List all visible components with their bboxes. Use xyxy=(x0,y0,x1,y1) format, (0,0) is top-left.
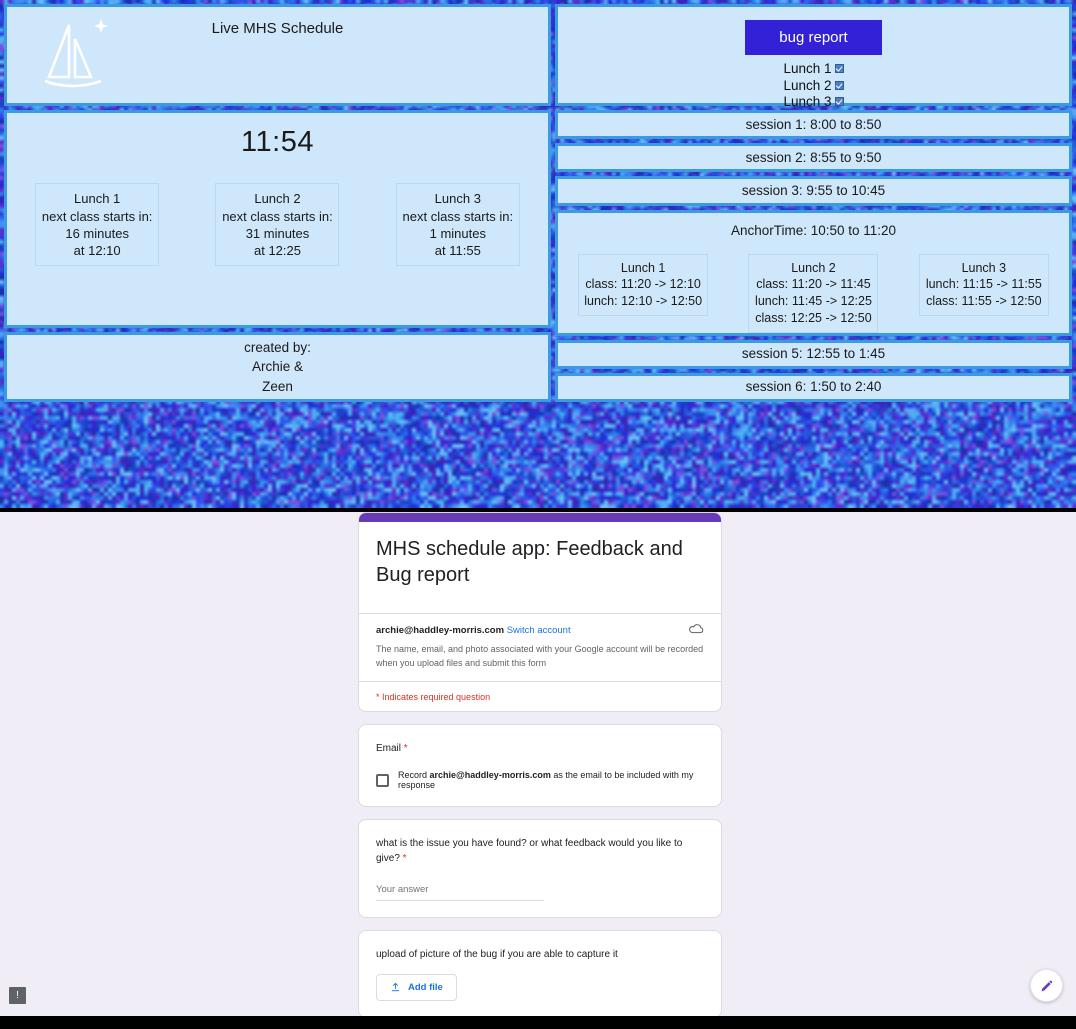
account-row: archie@haddley-morris.com Switch account xyxy=(359,614,721,636)
lunch-detail-line: class: 11:20 -> 11:45 xyxy=(756,277,871,292)
corner-badge[interactable]: ! xyxy=(9,987,26,1004)
credits-panel: created by: Archie & Zeen xyxy=(4,332,551,402)
lunch-option-checkbox[interactable] xyxy=(834,64,844,74)
add-file-label: Add file xyxy=(408,982,443,993)
countdown-at: at 11:55 xyxy=(434,243,481,259)
live-schedule-app: Live MHS Schedule 11:54 Lunch 1 next cla… xyxy=(0,0,1076,508)
lunch-option-label: Lunch 2 xyxy=(783,77,832,93)
countdown-name: Lunch 2 xyxy=(254,191,301,207)
edit-fab-button[interactable] xyxy=(1030,969,1063,1002)
account-note: The name, email, and photo associated wi… xyxy=(376,644,704,668)
account-line: archie@haddley-morris.com Switch account xyxy=(376,625,571,636)
question-card-email: Email * Record archie@haddley-morris.com… xyxy=(358,724,722,807)
lunch-detail-list: Lunch 1 class: 11:20 -> 12:10 lunch: 12:… xyxy=(558,253,1069,333)
session-row: session 2: 8:55 to 9:50 xyxy=(555,143,1072,173)
question-label-text: what is the issue you have found? or wha… xyxy=(376,838,683,864)
checkbox-email: archie@haddley-morris.com xyxy=(429,770,551,780)
title-panel: Live MHS Schedule xyxy=(4,4,551,106)
schedule-left-column: Live MHS Schedule 11:54 Lunch 1 next cla… xyxy=(4,4,551,402)
lunch-detail-card: Lunch 1 class: 11:20 -> 12:10 lunch: 12:… xyxy=(578,253,709,316)
lunch-option-label: Lunch 1 xyxy=(783,61,832,76)
credits-line-3: Zeen xyxy=(262,378,293,394)
countdown-label: next class starts in: xyxy=(41,208,153,224)
feedback-answer-input[interactable]: Your answer xyxy=(376,884,544,901)
upload-icon xyxy=(391,982,400,992)
schedule-right-column: bug report Lunch 1 Lunch 2 Lunch 3 sessi… xyxy=(555,4,1072,402)
bug-report-panel: bug report Lunch 1 Lunch 2 Lunch 3 xyxy=(555,4,1072,109)
question-card-upload: upload of picture of the bug if you are … xyxy=(358,930,722,1016)
lunch-detail-line: lunch: 12:10 -> 12:50 xyxy=(584,294,703,309)
lunch-detail-card: Lunch 3 lunch: 11:15 -> 11:55 class: 11:… xyxy=(918,253,1049,316)
countdown-at: at 12:10 xyxy=(73,243,121,259)
session-row: session 1: 8:00 to 8:50 xyxy=(555,110,1072,140)
switch-account-link[interactable]: Switch account xyxy=(507,625,571,636)
google-form-page: MHS schedule app: Feedback and Bug repor… xyxy=(0,512,1076,1016)
sailboat-icon xyxy=(44,19,108,88)
lunch-detail-name: Lunch 2 xyxy=(791,260,836,275)
required-question-note: * Indicates required question xyxy=(359,681,721,711)
form-header-card: MHS schedule app: Feedback and Bug repor… xyxy=(358,512,722,712)
form-container: MHS schedule app: Feedback and Bug repor… xyxy=(358,512,722,1016)
checkbox-prefix: Record xyxy=(398,770,430,780)
question-label: what is the issue you have found? or wha… xyxy=(376,836,704,866)
schedule-grid: Live MHS Schedule 11:54 Lunch 1 next cla… xyxy=(0,4,1076,402)
countdown-card: Lunch 3 next class starts in: 1 minutes … xyxy=(395,183,520,267)
credits-line-1: created by: xyxy=(244,339,311,355)
required-star: * xyxy=(399,853,407,864)
anchor-time-panel: AnchorTime: 10:50 to 11:20 Lunch 1 class… xyxy=(555,209,1072,336)
lunch-detail-line: lunch: 11:15 -> 11:55 xyxy=(925,277,1042,292)
lunch-detail-card: Lunch 2 class: 11:20 -> 11:45 lunch: 11:… xyxy=(748,253,879,333)
email-record-row[interactable]: Record archie@haddley-morris.com as the … xyxy=(376,770,704,790)
required-star: * xyxy=(401,743,408,754)
anchor-time-label: AnchorTime: 10:50 to 11:20 xyxy=(730,222,897,238)
question-card-feedback: what is the issue you have found? or wha… xyxy=(358,819,722,918)
email-record-label: Record archie@haddley-morris.com as the … xyxy=(398,770,704,790)
lunch-option-label: Lunch 3 xyxy=(783,94,832,110)
lunch-option-row[interactable]: Lunch 3 xyxy=(783,94,844,110)
lunch-detail-line: class: 11:20 -> 12:10 xyxy=(585,277,701,292)
lunch-detail-line: lunch: 11:45 -> 12:25 xyxy=(755,294,872,309)
page-title: Live MHS Schedule xyxy=(211,20,344,37)
bottom-black-bar xyxy=(0,1016,1076,1029)
email-record-checkbox[interactable] xyxy=(376,773,389,787)
question-label-text: Email xyxy=(376,743,402,754)
lunch-detail-line: class: 12:25 -> 12:50 xyxy=(755,310,872,325)
countdown-card: Lunch 1 next class starts in: 16 minutes… xyxy=(35,183,160,267)
lunch-option-checkbox[interactable] xyxy=(834,80,844,90)
session-row: session 5: 12:55 to 1:45 xyxy=(555,339,1072,369)
form-header-inner: MHS schedule app: Feedback and Bug repor… xyxy=(359,522,721,600)
pencil-icon xyxy=(1041,980,1052,991)
account-email: archie@haddley-morris.com xyxy=(376,625,505,636)
countdown-name: Lunch 1 xyxy=(74,191,121,207)
countdown-minutes: 16 minutes xyxy=(65,225,129,241)
lunch-option-checkbox[interactable] xyxy=(834,97,844,107)
countdown-name: Lunch 3 xyxy=(434,191,481,207)
add-file-button[interactable]: Add file xyxy=(376,974,457,1001)
cloud-icon xyxy=(689,624,704,634)
star-icon xyxy=(94,19,108,33)
countdown-card: Lunch 2 next class starts in: 31 minutes… xyxy=(215,183,340,267)
session-row: session 6: 1:50 to 2:40 xyxy=(555,372,1072,402)
countdown-label: next class starts in: xyxy=(222,208,333,224)
clock-panel: 11:54 Lunch 1 next class starts in: 16 m… xyxy=(4,110,551,328)
bug-report-button[interactable]: bug report xyxy=(745,20,882,55)
countdown-minutes: 1 minutes xyxy=(429,225,486,241)
current-time: 11:54 xyxy=(241,126,314,158)
lunch-option-row[interactable]: Lunch 2 xyxy=(783,77,844,94)
countdown-minutes: 31 minutes xyxy=(245,225,310,241)
lunch-option-row[interactable]: Lunch 1 xyxy=(783,61,844,77)
countdown-label: next class starts in: xyxy=(402,208,514,224)
credits-line-2: Archie & xyxy=(251,359,304,375)
session-row: session 3: 9:55 to 10:45 xyxy=(555,176,1072,206)
lunch-detail-line: class: 11:55 -> 12:50 xyxy=(926,294,1042,309)
form-title: MHS schedule app: Feedback and Bug repor… xyxy=(376,538,683,586)
form-accent-bar xyxy=(359,513,721,522)
lunch-countdown-list: Lunch 1 next class starts in: 16 minutes… xyxy=(7,183,548,267)
countdown-at: at 12:25 xyxy=(253,243,301,259)
lunch-detail-name: Lunch 3 xyxy=(961,260,1007,275)
question-label: Email * xyxy=(376,741,704,756)
lunch-detail-name: Lunch 1 xyxy=(620,260,666,275)
question-label: upload of picture of the bug if you are … xyxy=(376,949,618,960)
